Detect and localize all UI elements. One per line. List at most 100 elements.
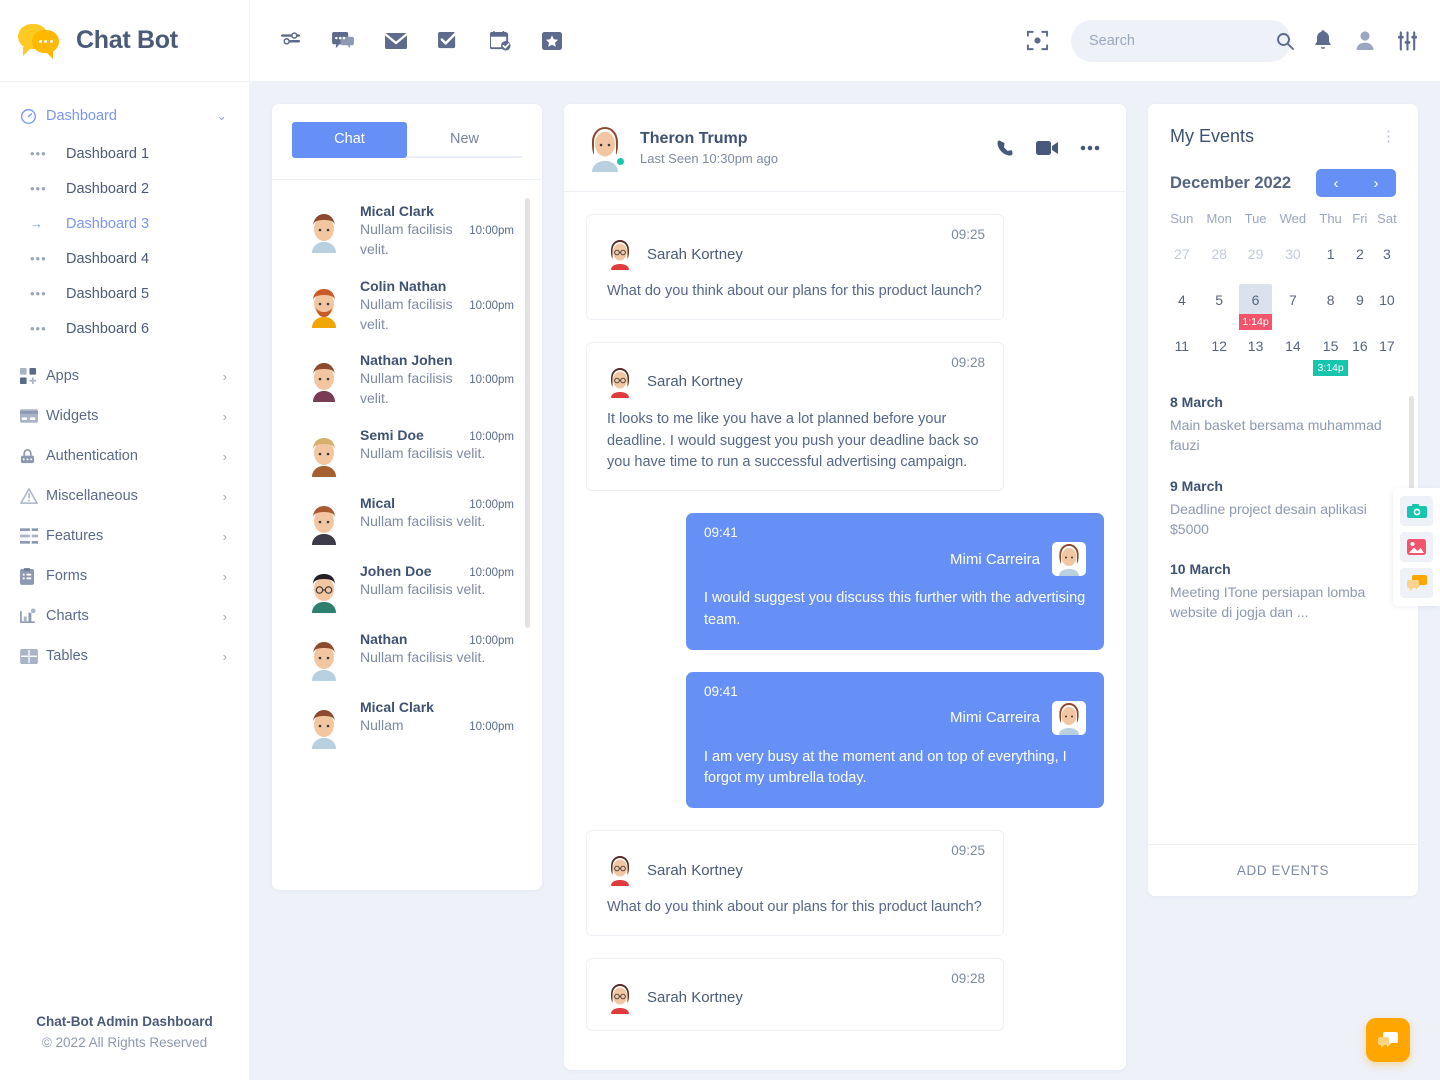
- list-item[interactable]: 8 March Main basket bersama muhammad fau…: [1170, 394, 1396, 456]
- list-item[interactable]: 9 March Deadline project desain aplikasi…: [1170, 478, 1396, 540]
- tab-new[interactable]: New: [407, 122, 522, 158]
- calendar-day[interactable]: 27: [1164, 238, 1200, 284]
- dots-icon: •••: [30, 251, 66, 266]
- contact-time: 10:00pm: [469, 431, 514, 443]
- search-icon[interactable]: [1276, 32, 1294, 50]
- message-text: What do you think about our plans for th…: [605, 281, 985, 303]
- calendar-day[interactable]: 8: [1313, 284, 1348, 330]
- chevron-right-icon: ›: [223, 649, 227, 664]
- chevron-right-icon[interactable]: ›: [1356, 169, 1396, 197]
- sidebar-item-dashboard-2[interactable]: ••• Dashboard 2: [0, 171, 249, 206]
- checkbox-icon[interactable]: [438, 31, 459, 50]
- envelope-icon[interactable]: [385, 32, 407, 50]
- chart-icon: [20, 608, 46, 625]
- list-item[interactable]: Johen Doe 10:00pm Nullam facilisis velit…: [272, 554, 542, 622]
- contact-list-scrollbar[interactable]: [525, 198, 530, 628]
- chevron-right-icon: ›: [223, 409, 227, 424]
- chat-bubble-icon[interactable]: [1400, 568, 1433, 598]
- calendar-day[interactable]: 2: [1348, 238, 1372, 284]
- sliders-icon[interactable]: [1397, 31, 1418, 51]
- sidebar-item-label: Features: [46, 528, 223, 544]
- calendar-day[interactable]: 13: [1239, 330, 1273, 376]
- contact-time: 10:00pm: [469, 635, 514, 647]
- calendar-week-row: 27 28 29 30 1 2 3: [1164, 238, 1402, 284]
- phone-icon[interactable]: [996, 139, 1014, 157]
- sidebar-item-miscellaneous[interactable]: Miscellaneous ›: [0, 476, 249, 516]
- calendar-day[interactable]: 17: [1372, 330, 1402, 376]
- sidebar-item-label: Forms: [46, 568, 223, 584]
- chevron-left-icon[interactable]: ‹: [1316, 169, 1356, 197]
- calendar-day[interactable]: 30: [1272, 238, 1313, 284]
- calendar-day[interactable]: 15 3:14p: [1313, 330, 1348, 376]
- bell-icon[interactable]: [1313, 30, 1333, 52]
- filter-lines-icon[interactable]: [280, 32, 301, 50]
- sidebar-item-tables[interactable]: Tables ›: [0, 636, 249, 676]
- calendar-day[interactable]: 5: [1200, 284, 1239, 330]
- calendar-day[interactable]: 11: [1164, 330, 1200, 376]
- list-item[interactable]: Semi Doe 10:00pm Nullam facilisis velit.: [272, 418, 542, 486]
- user-icon[interactable]: [1355, 30, 1375, 51]
- conversation-header: Theron Trump Last Seen 10:30pm ago: [564, 104, 1126, 192]
- kebab-menu-icon[interactable]: ⋮: [1381, 131, 1396, 143]
- events-list[interactable]: 8 March Main basket bersama muhammad fau…: [1148, 376, 1418, 844]
- calendar-day[interactable]: 28: [1200, 238, 1239, 284]
- sidebar-item-features[interactable]: Features ›: [0, 516, 249, 556]
- message-thread[interactable]: 09:25 Sarah Kortney What do you think ab…: [564, 192, 1126, 1070]
- sidebar-item-dashboard-3[interactable]: → Dashboard 3: [0, 206, 249, 241]
- sidebar-item-dashboard-1[interactable]: ••• Dashboard 1: [0, 136, 249, 171]
- list-item[interactable]: Mical Clark Nullam 10:00pm: [272, 690, 542, 758]
- list-item[interactable]: 10 March Meeting ITone persiapan lomba w…: [1170, 561, 1396, 623]
- sidebar-item-forms[interactable]: Forms ›: [0, 556, 249, 596]
- calendar-day[interactable]: 4: [1164, 284, 1200, 330]
- calendar-day[interactable]: 12: [1200, 330, 1239, 376]
- calendar-day[interactable]: 16: [1348, 330, 1372, 376]
- calendar-day[interactable]: 29: [1239, 238, 1273, 284]
- qr-scan-icon[interactable]: [1026, 29, 1049, 52]
- calendar-check-icon[interactable]: [490, 31, 511, 51]
- sidebar-item-dashboard-4[interactable]: ••• Dashboard 4: [0, 241, 249, 276]
- list-item[interactable]: Nathan Johen Nullam facilisis velit. 10:…: [272, 343, 542, 418]
- sidebar-item-apps[interactable]: Apps ›: [0, 356, 249, 396]
- sidebar-item-dashboard-6[interactable]: ••• Dashboard 6: [0, 311, 249, 346]
- search-input[interactable]: [1089, 33, 1276, 49]
- sidebar-item-label: Authentication: [46, 448, 223, 464]
- sidebar-item-label: Charts: [46, 608, 223, 624]
- sidebar-item-widgets[interactable]: Widgets ›: [0, 396, 249, 436]
- chat-bubble-icon[interactable]: [332, 31, 354, 50]
- video-camera-icon[interactable]: [1036, 140, 1058, 156]
- chat-fab-button[interactable]: [1366, 1018, 1410, 1062]
- star-icon[interactable]: [542, 31, 563, 51]
- sidebar-item-charts[interactable]: Charts ›: [0, 596, 249, 636]
- avatar: [605, 238, 635, 270]
- calendar: Sun Mon Tue Wed Thu Fri Sat 27: [1148, 197, 1418, 376]
- more-horizontal-icon[interactable]: [1080, 145, 1100, 151]
- list-item[interactable]: Mical 10:00pm Nullam facilisis velit.: [272, 486, 542, 554]
- calendar-day[interactable]: 10: [1372, 284, 1402, 330]
- contact-name: Nathan: [360, 631, 407, 647]
- search-bar[interactable]: [1071, 20, 1291, 62]
- list-item[interactable]: Mical Clark Nullam facilisis velit. 10:0…: [272, 194, 542, 269]
- calendar-day[interactable]: 1: [1313, 238, 1348, 284]
- calendar-day[interactable]: 7: [1272, 284, 1313, 330]
- calendar-event-badge[interactable]: 1:14p: [1239, 314, 1273, 330]
- sidebar-item-dashboard-5[interactable]: ••• Dashboard 5: [0, 276, 249, 311]
- camera-icon[interactable]: [1400, 496, 1433, 526]
- calendar-day[interactable]: 9: [1348, 284, 1372, 330]
- brand[interactable]: Chat Bot: [0, 0, 249, 82]
- dots-icon: •••: [30, 286, 66, 301]
- tab-chat[interactable]: Chat: [292, 122, 407, 158]
- calendar-day-selected[interactable]: 6 1:14p: [1239, 284, 1273, 330]
- add-events-button[interactable]: ADD EVENTS: [1148, 844, 1418, 896]
- calendar-day[interactable]: 14: [1272, 330, 1313, 376]
- message-bubble-outgoing: 09:41 Mimi Carreira I am very busy at th…: [686, 672, 1104, 809]
- sidebar-item-dashboard[interactable]: Dashboard ⌄: [0, 96, 249, 136]
- sidebar-item-label: Apps: [46, 368, 223, 384]
- sidebar-item-authentication[interactable]: Authentication ›: [0, 436, 249, 476]
- calendar-day[interactable]: 3: [1372, 238, 1402, 284]
- list-item[interactable]: Colin Nathan Nullam facilisis velit. 10:…: [272, 269, 542, 344]
- calendar-event-badge[interactable]: 3:14p: [1313, 360, 1348, 376]
- contact-name: Colin Nathan: [360, 278, 446, 294]
- list-item[interactable]: Nathan 10:00pm Nullam facilisis velit.: [272, 622, 542, 690]
- image-icon[interactable]: [1400, 532, 1433, 562]
- contact-list[interactable]: Mical Clark Nullam facilisis velit. 10:0…: [272, 180, 542, 890]
